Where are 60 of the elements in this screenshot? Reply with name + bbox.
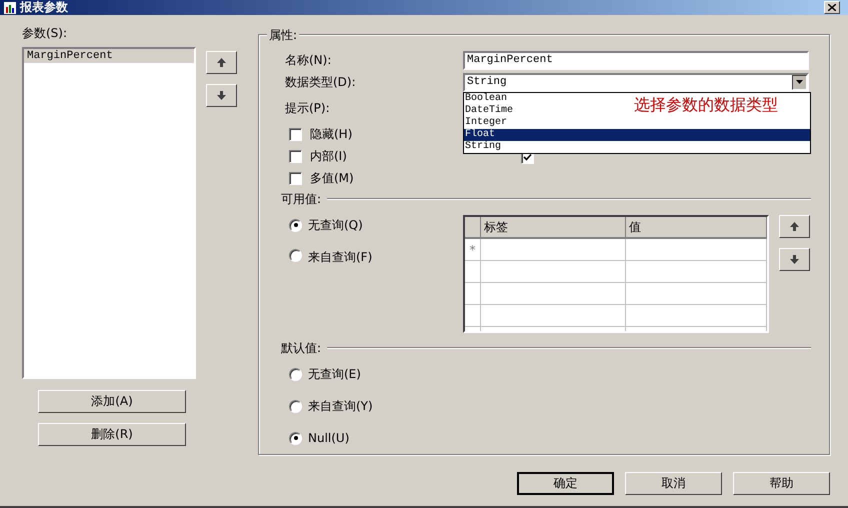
down-arrow-icon [217, 91, 226, 100]
add-button[interactable]: 添加(A) [38, 390, 186, 413]
move-down-button[interactable] [779, 248, 810, 271]
grid-cell[interactable] [481, 283, 626, 305]
grid-cell[interactable] [465, 305, 481, 327]
values-grid[interactable]: 标签 值 * [463, 215, 769, 333]
grid-cell[interactable] [481, 239, 626, 261]
radio-button[interactable] [289, 400, 302, 412]
checkbox[interactable] [289, 150, 302, 162]
grid-cell[interactable] [626, 261, 767, 283]
parameter-list[interactable]: MarginPercent [22, 47, 196, 379]
checkbox-label: 内部(I) [310, 148, 347, 164]
column-header: 标签 [481, 217, 626, 239]
radio-button[interactable] [289, 368, 302, 380]
down-arrow-icon [790, 255, 799, 264]
cancel-button[interactable]: 取消 [625, 472, 722, 495]
move-down-button[interactable] [206, 84, 237, 107]
up-arrow-icon [217, 58, 226, 67]
checkbox[interactable] [289, 172, 302, 184]
grid-cell[interactable] [465, 283, 481, 305]
data-type-label: 数据类型(D): [285, 74, 357, 90]
move-up-button[interactable] [206, 51, 237, 74]
row-header [465, 217, 481, 239]
section-label: 可用值: [281, 190, 322, 208]
grid-cell[interactable] [465, 261, 481, 283]
parameters-label: 参数(S): [22, 25, 68, 42]
close-button[interactable] [824, 1, 840, 14]
window-title: 报表参数 [20, 1, 69, 14]
close-icon [828, 4, 836, 11]
ok-button[interactable]: 确定 [517, 472, 614, 495]
radio-label: 来自查询(F) [308, 249, 372, 266]
radio-label: 来自查询(Y) [308, 398, 373, 414]
checkbox[interactable] [289, 128, 302, 140]
properties-legend: 属性: [267, 27, 300, 44]
app-icon [4, 2, 16, 14]
grid-cell[interactable] [481, 305, 626, 327]
grid-cell[interactable] [481, 261, 626, 283]
checkbox-label: 多值(M) [310, 170, 354, 186]
radio-label: Null(U) [308, 431, 350, 445]
caret-icon [796, 80, 803, 84]
grid-cell[interactable] [626, 239, 767, 261]
up-arrow-icon [790, 222, 799, 231]
radio-button[interactable] [289, 432, 302, 444]
radio-label: 无查询(Q) [308, 216, 363, 234]
remove-button[interactable]: 删除(R) [38, 423, 186, 446]
radio-button[interactable] [289, 218, 302, 232]
checkbox-label: 隐藏(H) [310, 126, 352, 142]
grid-cell[interactable] [626, 283, 767, 305]
help-button[interactable]: 帮助 [733, 472, 830, 495]
dropdown-option[interactable]: Float [464, 128, 810, 140]
move-up-button[interactable] [779, 215, 810, 238]
name-label: 名称(N): [285, 52, 332, 68]
column-header: 值 [626, 217, 767, 239]
grid-cell[interactable] [626, 305, 767, 327]
name-field[interactable]: MarginPercent [463, 50, 809, 70]
radio-button[interactable] [289, 249, 302, 262]
radio-label: 无查询(E) [308, 366, 361, 382]
prompt-label: 提示(P): [285, 100, 331, 116]
section-label: 默认值: [281, 340, 322, 356]
parameter-item[interactable]: MarginPercent [24, 49, 194, 63]
